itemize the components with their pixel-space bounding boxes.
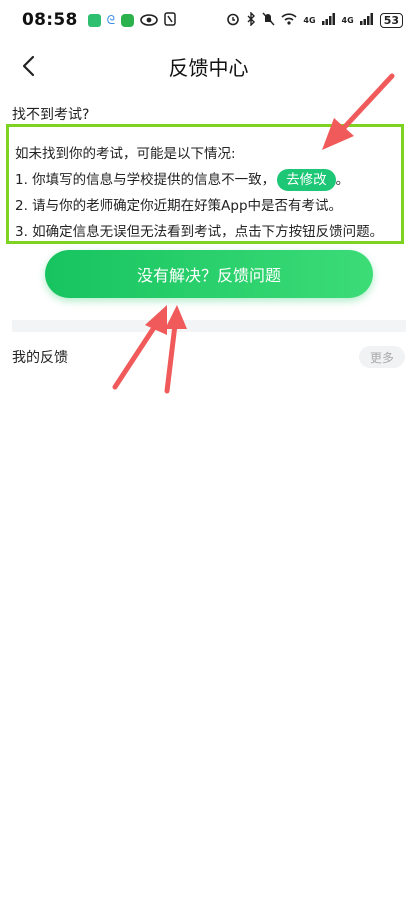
wifi-icon (281, 12, 297, 28)
signal-icon-2 (359, 12, 374, 28)
mute-icon (262, 12, 275, 29)
system-icons: 4G 4G 53 (226, 10, 403, 29)
section-divider (12, 320, 406, 332)
signal-icon (321, 12, 336, 28)
signal-label-1: 4G (303, 15, 316, 25)
app-notification-icon (87, 13, 101, 27)
notification-icons: ᘓ (87, 11, 176, 30)
info-item-1-text: 1. 你填写的信息与学校提供的信息不一致， (15, 172, 276, 188)
eye-icon (140, 11, 158, 30)
status-bar: 08:58 ᘓ 4G 4G 53 (0, 0, 417, 40)
annotation-arrow-icon (322, 73, 395, 150)
info-item-2: 2. 请与你的老师确定你近期在好策App中是否有考试。 (15, 198, 343, 214)
swirl-icon: ᘓ (106, 12, 116, 27)
my-feedback-title: 我的反馈 (12, 350, 68, 366)
annotation-arrow-icon-2 (112, 305, 187, 394)
status-time: 08:58 (22, 10, 78, 30)
modify-button[interactable]: 去修改 (277, 169, 336, 191)
battery-indicator: 53 (379, 12, 403, 28)
info-item-3: 3. 如确定信息无误但无法看到考试，点击下方按钮反馈问题。 (15, 224, 384, 240)
more-button[interactable]: 更多 (359, 346, 405, 368)
wechat-icon (121, 13, 135, 27)
info-item-1-suffix: 。 (335, 172, 350, 188)
feedback-button[interactable]: 没有解决？反馈问题 (45, 250, 373, 298)
info-item-1: 1. 你填写的信息与学校提供的信息不一致， 去修改。 (15, 167, 401, 193)
alarm-icon (226, 12, 240, 29)
nfc-icon (164, 11, 176, 30)
bluetooth-icon (246, 10, 256, 29)
section-question: 找不到考试? (12, 107, 90, 123)
signal-label-2: 4G (341, 15, 354, 25)
